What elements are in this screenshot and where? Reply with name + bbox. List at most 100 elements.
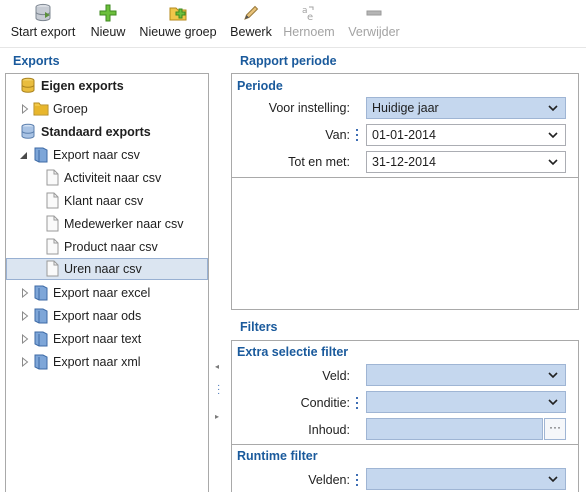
- tree-item-groep[interactable]: Groep: [6, 98, 208, 120]
- toolbar-divider: [0, 47, 586, 48]
- chevron-down-icon: [548, 372, 558, 379]
- delete-label: Verwijder: [348, 25, 400, 39]
- document-icon: [46, 238, 59, 255]
- tree-item-label: Export naar ods: [53, 309, 142, 323]
- periode-divider: [232, 177, 578, 178]
- delete-button[interactable]: Verwijder: [342, 0, 406, 44]
- document-icon: [46, 260, 59, 277]
- van-date-select[interactable]: 01-01-2014: [366, 124, 566, 146]
- tree-item-label: Uren naar csv: [64, 262, 142, 276]
- velden-select[interactable]: [366, 468, 566, 490]
- veld-label: Veld:: [322, 369, 350, 383]
- tree-item-export-naar-ods[interactable]: Export naar ods: [6, 305, 208, 327]
- inhoud-browse-button[interactable]: ···: [544, 418, 566, 440]
- velden-label: Velden:: [308, 473, 350, 487]
- rename-button[interactable]: a e Hernoem: [280, 0, 338, 44]
- expand-arrow-icon[interactable]: [21, 104, 29, 114]
- voor-instelling-select[interactable]: Huidige jaar: [366, 97, 566, 119]
- tree-item-klant-naar-csv[interactable]: Klant naar csv: [6, 190, 208, 212]
- required-indicator-icon: [356, 128, 359, 144]
- book-icon: [34, 285, 48, 301]
- edit-button[interactable]: Bewerk: [226, 0, 276, 44]
- rapport-periode-title: Rapport periode: [240, 54, 337, 68]
- document-icon: [46, 192, 59, 209]
- book-icon: [34, 354, 48, 370]
- filters-box: Extra selectie filter Veld: Conditie: In…: [231, 340, 579, 492]
- chevron-down-icon: [548, 399, 558, 406]
- tot-en-met-label: Tot en met:: [288, 155, 350, 169]
- new-button[interactable]: Nieuw: [86, 0, 130, 44]
- book-icon: [34, 308, 48, 324]
- document-icon: [46, 169, 59, 186]
- expand-arrow-icon[interactable]: [21, 311, 29, 321]
- voor-instelling-label: Voor instelling:: [268, 101, 350, 115]
- tree-item-export-naar-text[interactable]: Export naar text: [6, 328, 208, 350]
- tree-item-label: Medewerker naar csv: [64, 217, 184, 231]
- tree-item-label: Groep: [53, 102, 88, 116]
- veld-select[interactable]: [366, 364, 566, 386]
- tree-item-export-naar-xml[interactable]: Export naar xml: [6, 351, 208, 373]
- edit-label: Bewerk: [230, 25, 272, 39]
- exports-title: Exports: [13, 54, 60, 68]
- runtime-filter-title: Runtime filter: [237, 449, 318, 463]
- required-indicator-icon: [356, 396, 359, 412]
- filters-title: Filters: [240, 320, 278, 334]
- tree-item-label: Eigen exports: [41, 79, 124, 93]
- expand-arrow-icon[interactable]: [21, 334, 29, 344]
- collapse-left-icon[interactable]: ◂: [215, 362, 219, 371]
- tree-item-label: Export naar text: [53, 332, 142, 346]
- tree-item-label: Export naar csv: [53, 148, 140, 162]
- tot-en-met-date-select[interactable]: 31-12-2014: [366, 151, 566, 173]
- start-export-button[interactable]: Start export: [4, 0, 82, 44]
- tree-item-standaard-exports[interactable]: Standaard exports: [6, 121, 208, 143]
- pencil-icon: [244, 5, 259, 20]
- new-group-label: Nieuwe groep: [139, 25, 217, 39]
- expand-arrow-icon[interactable]: [21, 357, 29, 367]
- periode-title: Periode: [237, 79, 283, 93]
- rename-icon: a e: [302, 6, 314, 23]
- chevron-down-icon: [548, 159, 558, 166]
- panel-splitter[interactable]: ◂ · · · ▸: [212, 360, 224, 430]
- expand-right-icon[interactable]: ▸: [215, 412, 219, 421]
- tree-item-label: Klant naar csv: [64, 194, 144, 208]
- new-group-button[interactable]: Nieuwe groep: [134, 0, 222, 44]
- periode-box: Periode Voor instelling: Huidige jaar Va…: [231, 73, 579, 310]
- document-icon: [46, 215, 59, 232]
- conditie-select[interactable]: [366, 391, 566, 413]
- database-icon: [21, 77, 35, 93]
- van-label: Van:: [325, 128, 350, 142]
- minus-icon: [366, 10, 382, 16]
- database-export-icon: [35, 3, 51, 22]
- tree-item-product-naar-csv[interactable]: Product naar csv: [6, 236, 208, 258]
- tree-item-activiteit-naar-csv[interactable]: Activiteit naar csv: [6, 167, 208, 189]
- required-indicator-icon: [356, 473, 359, 489]
- tot-en-met-value: 31-12-2014: [372, 155, 436, 169]
- tree-item-eigen-exports[interactable]: Eigen exports: [6, 75, 208, 97]
- chevron-down-icon: [548, 476, 558, 483]
- chevron-down-icon: [548, 105, 558, 112]
- voor-instelling-value: Huidige jaar: [372, 101, 439, 115]
- database-icon: [21, 123, 35, 139]
- conditie-label: Conditie:: [300, 396, 350, 410]
- start-export-label: Start export: [10, 25, 76, 39]
- book-icon: [34, 147, 48, 163]
- chevron-down-icon: [548, 132, 558, 139]
- tree-item-medewerker-naar-csv[interactable]: Medewerker naar csv: [6, 213, 208, 235]
- inhoud-label: Inhoud:: [308, 423, 350, 437]
- tree-item-label: Export naar xml: [53, 355, 141, 369]
- new-folder-icon: [169, 7, 187, 21]
- drag-handle-icon[interactable]: · · ·: [217, 381, 220, 399]
- tree-item-label: Product naar csv: [64, 240, 158, 254]
- collapse-arrow-icon[interactable]: [20, 150, 28, 160]
- expand-arrow-icon[interactable]: [21, 288, 29, 298]
- folder-icon: [33, 102, 49, 116]
- tree-item-label: Standaard exports: [41, 125, 151, 139]
- inhoud-input[interactable]: [366, 418, 543, 440]
- plus-icon: [99, 4, 117, 22]
- tree-item-label: Activiteit naar csv: [64, 171, 162, 185]
- tree-item-export-naar-csv[interactable]: Export naar csv: [6, 144, 208, 166]
- extra-selectie-filter-title: Extra selectie filter: [237, 345, 349, 359]
- tree-item-uren-naar-csv[interactable]: Uren naar csv: [6, 258, 208, 280]
- filters-divider: [232, 444, 578, 445]
- tree-item-export-naar-excel[interactable]: Export naar excel: [6, 282, 208, 304]
